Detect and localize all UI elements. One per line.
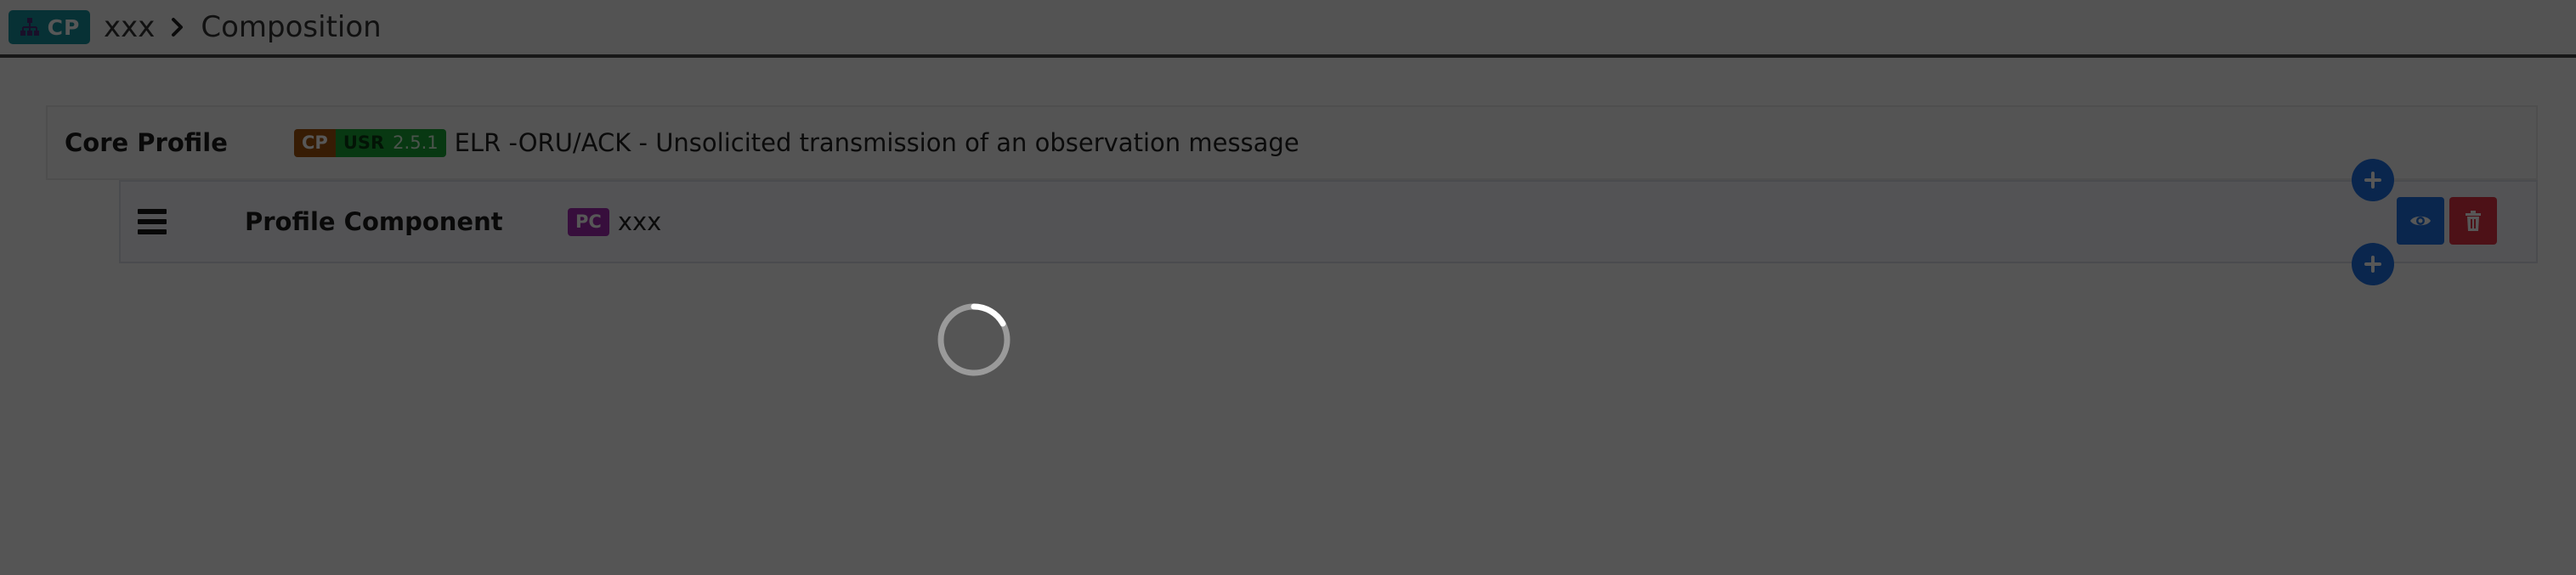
page-title: Composition (201, 10, 382, 44)
profile-component-name[interactable]: xxx (618, 207, 662, 236)
header-bar: CP xxx Composition (0, 0, 2576, 58)
usr-badge: USR 2.5.1 (335, 128, 446, 157)
chip-label: CP (47, 14, 81, 40)
plus-icon (2364, 256, 2381, 273)
trash-icon (2466, 211, 2481, 231)
breadcrumb-project[interactable]: xxx (104, 10, 155, 44)
view-button[interactable] (2397, 197, 2444, 245)
pc-badge: PC (568, 207, 609, 236)
loading-overlay (0, 0, 2576, 575)
spinner-icon (937, 302, 1011, 377)
cp-badge: CP (294, 128, 336, 157)
version-label: 2.5.1 (393, 132, 439, 153)
profile-component-row: Profile Component PC xxx (119, 180, 2538, 263)
core-profile-title[interactable]: ELR -ORU/ACK - Unsolicited transmission … (455, 128, 1299, 157)
bars-icon[interactable] (138, 209, 167, 234)
profile-component-label: Profile Component (245, 207, 503, 236)
add-component-below-button[interactable] (2352, 243, 2394, 285)
usr-scope-label: USR (343, 132, 385, 153)
delete-button[interactable] (2449, 197, 2497, 245)
add-component-above-button[interactable] (2352, 159, 2394, 201)
eye-icon (2410, 216, 2431, 226)
plus-icon (2364, 172, 2381, 189)
core-profile-label: Core Profile (65, 128, 228, 157)
conformance-profile-chip[interactable]: CP (8, 10, 90, 44)
core-profile-badge: CP USR 2.5.1 (294, 128, 446, 157)
core-profile-row: Core Profile CP USR 2.5.1 ELR -ORU/ACK -… (46, 105, 2538, 180)
spinner-layer (0, 0, 2576, 575)
sitemap-icon (20, 18, 39, 36)
chevron-right-icon (172, 18, 184, 37)
composition-page: CP xxx Composition Core Profile CP USR 2… (0, 0, 2576, 575)
